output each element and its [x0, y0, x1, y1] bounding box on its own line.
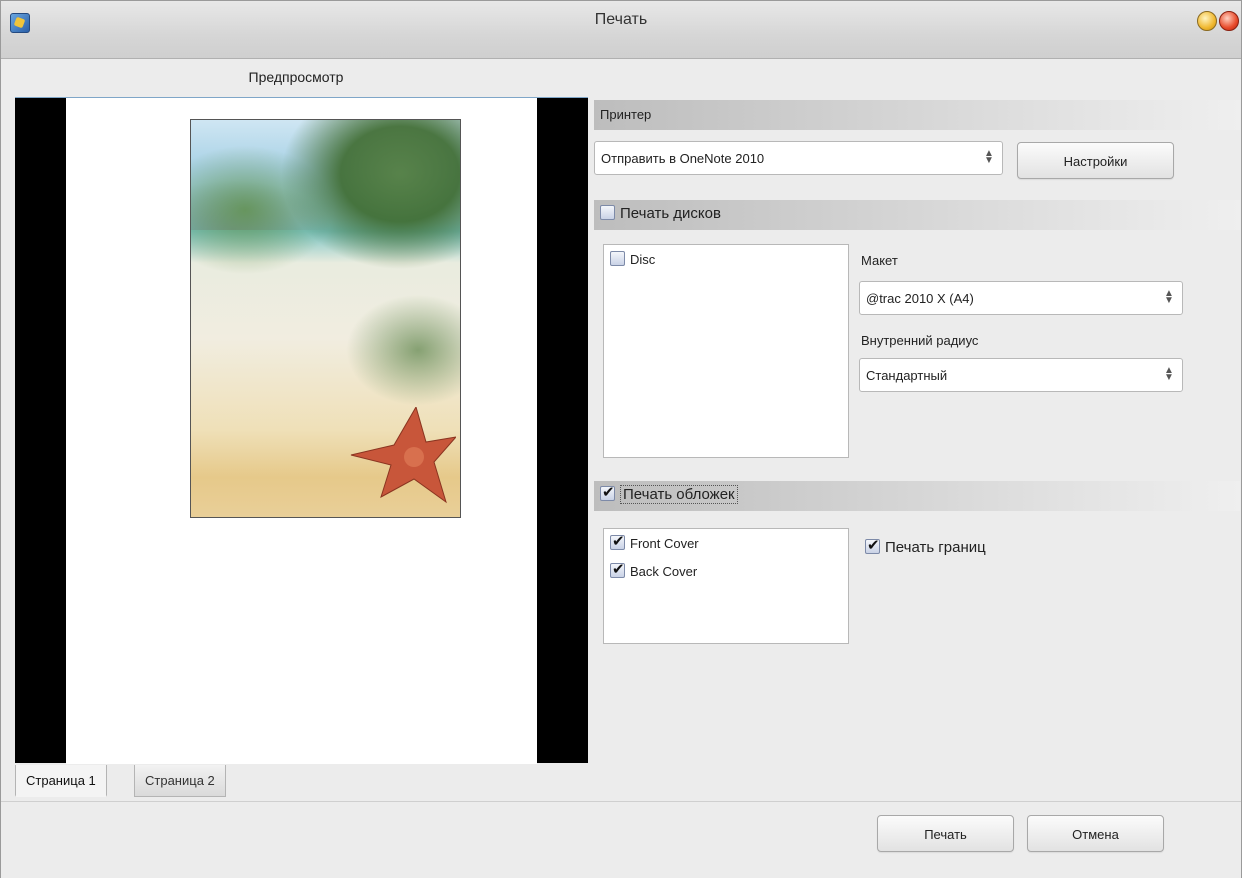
- preview-title: Предпросмотр: [1, 59, 591, 97]
- printer-settings-button[interactable]: Настройки: [1017, 142, 1174, 179]
- spin-arrows-icon: ▲ ▼: [1164, 365, 1174, 383]
- minimize-button[interactable]: [1197, 11, 1217, 31]
- page-tabs: Страница 1 Страница 2: [15, 763, 588, 799]
- inner-radius-select-value: Стандартный: [866, 368, 948, 383]
- print-covers-label: Печать обложек: [620, 485, 738, 504]
- list-item[interactable]: Front Cover: [610, 532, 699, 551]
- back-cover-label: Back Cover: [630, 564, 698, 579]
- starfish-image: [350, 407, 456, 504]
- printer-select-value: Отправить в OneNote 2010: [601, 151, 765, 166]
- list-item[interactable]: Back Cover: [610, 560, 698, 579]
- print-dialog: Печать Предпросмотр Страница 1 Страница …: [0, 0, 1242, 878]
- front-cover-checkbox[interactable]: [610, 532, 625, 550]
- tab-page-1[interactable]: Страница 1: [15, 765, 107, 797]
- photo-palm-top: [280, 120, 460, 270]
- inner-radius-select[interactable]: Стандартный ▲ ▼: [859, 358, 1183, 392]
- print-borders-option[interactable]: Печать границ: [865, 536, 986, 556]
- back-cover-checkbox[interactable]: [610, 560, 625, 578]
- printer-section-header: Принтер: [594, 100, 1240, 130]
- layout-select-value: @trac 2010 X (A4): [866, 291, 974, 306]
- print-discs-label: Печать дисков: [620, 205, 721, 222]
- inner-radius-label: Внутренний радиус: [861, 333, 979, 348]
- print-borders-label: Печать границ: [885, 539, 986, 556]
- print-button[interactable]: Печать: [877, 815, 1014, 852]
- discs-section-header: Печать дисков: [594, 200, 1240, 230]
- spin-arrows-icon: ▲ ▼: [1164, 288, 1174, 306]
- cover-image-preview: [190, 119, 461, 518]
- cancel-button[interactable]: Отмена: [1027, 815, 1164, 852]
- preview-pane: [15, 97, 588, 764]
- front-cover-label: Front Cover: [630, 536, 699, 551]
- window-title: Печать: [594, 11, 648, 28]
- print-discs-checkbox[interactable]: [600, 205, 615, 220]
- spin-arrows-icon: ▲ ▼: [984, 148, 994, 166]
- print-borders-checkbox[interactable]: [865, 536, 880, 554]
- title-bar: Печать: [1, 1, 1241, 59]
- cover-list: Front Cover Back Cover: [603, 528, 849, 644]
- tab-page-2[interactable]: Страница 2: [134, 765, 226, 797]
- layout-label: Макет: [861, 253, 898, 268]
- photo-palm-right: [340, 290, 460, 410]
- printer-select[interactable]: Отправить в OneNote 2010 ▲ ▼: [594, 141, 1003, 175]
- layout-select[interactable]: @trac 2010 X (A4) ▲ ▼: [859, 281, 1183, 315]
- disc-label: Disc: [630, 252, 656, 267]
- covers-section-header: Печать обложек: [594, 481, 1240, 511]
- list-item[interactable]: Disc: [610, 251, 655, 267]
- disc-list: Disc: [603, 244, 849, 458]
- disc-checkbox[interactable]: [610, 251, 625, 266]
- print-covers-checkbox[interactable]: [600, 483, 615, 501]
- close-button[interactable]: [1219, 11, 1239, 31]
